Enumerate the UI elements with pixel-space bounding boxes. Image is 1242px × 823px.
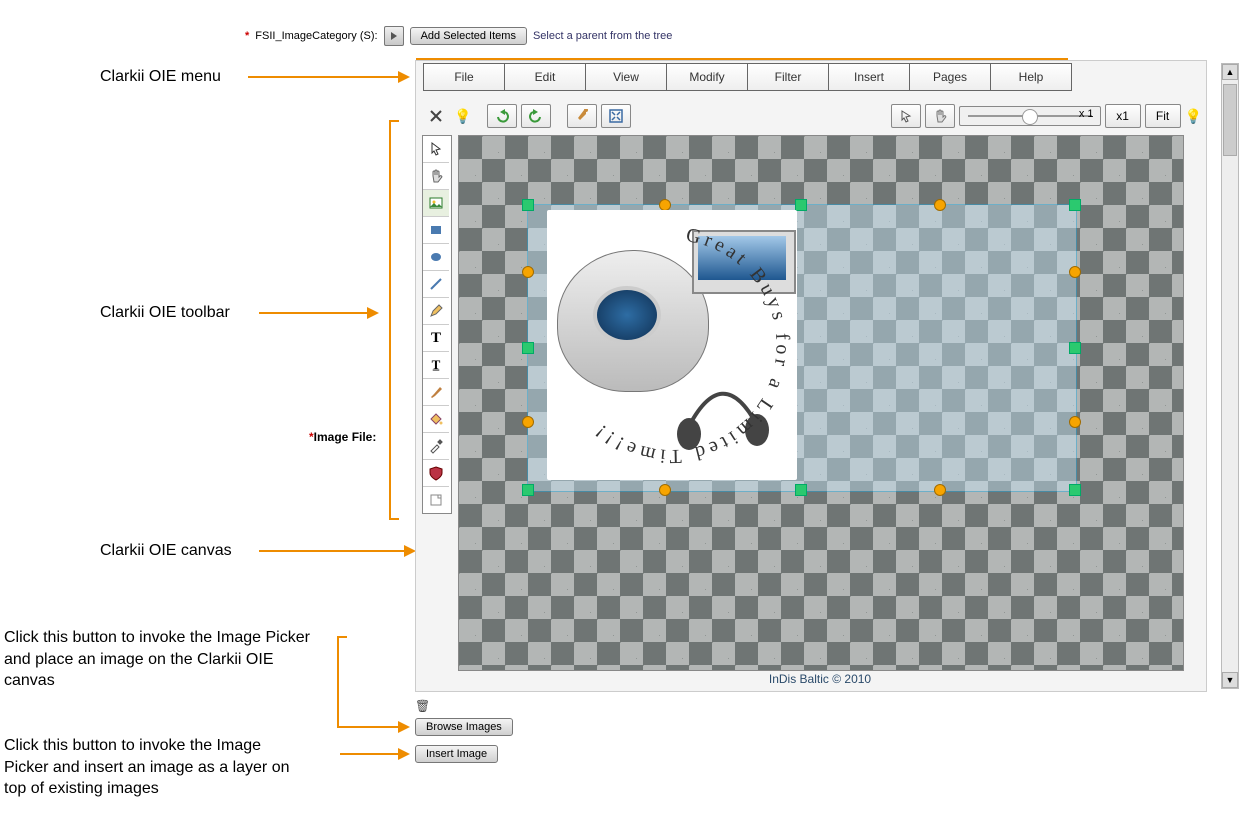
tool-texteffect[interactable]: T̲ [423,352,449,379]
tool-eyedropper[interactable] [423,433,449,460]
dropdown-button[interactable] [384,26,404,46]
tool-note[interactable] [423,487,449,513]
resize-handle[interactable] [522,199,534,211]
rotate-handle[interactable] [522,266,534,278]
redo-button[interactable] [521,104,551,128]
menu-help[interactable]: Help [990,63,1072,91]
rotate-handle[interactable] [1069,416,1081,428]
add-selected-items-button[interactable]: Add Selected Items [410,27,527,45]
scroll-thumb[interactable] [1223,84,1237,156]
fit-screen-button[interactable] [601,104,631,128]
zoom-fit-button[interactable]: Fit [1145,104,1181,128]
tool-ellipse[interactable] [423,244,449,271]
tool-image[interactable] [423,190,449,217]
wrench-button[interactable] [567,104,597,128]
scroll-up-button[interactable]: ▲ [1222,64,1238,80]
menu-bar: File Edit View Modify Filter Insert Page… [423,63,1072,91]
menu-edit[interactable]: Edit [504,63,586,91]
rotate-handle[interactable] [522,416,534,428]
tool-brush[interactable] [423,379,449,406]
canvas-image[interactable]: Great Buys for a Limited Time!!! [547,210,797,480]
fsii-row: * FSII_ImageCategory (S): Add Selected I… [245,26,672,46]
tool-hand[interactable] [423,163,449,190]
tool-pencil[interactable] [423,298,449,325]
chevron-right-icon [389,31,399,41]
menu-filter[interactable]: Filter [747,63,829,91]
arrow-icon [340,753,408,755]
image-file-label: *Image File: [309,430,376,444]
lightbulb-icon[interactable]: 💡 [1185,108,1202,125]
tool-rectangle[interactable] [423,217,449,244]
circular-text: Great Buys for a Limited Time!!! [547,210,797,480]
resize-handle[interactable] [1069,199,1081,211]
rotate-handle[interactable] [659,484,671,496]
resize-handle[interactable] [522,342,534,354]
bracket-browse [337,636,339,728]
zoom-value: x 1 [1079,108,1094,120]
scroll-down-button[interactable]: ▼ [1222,672,1238,688]
fsii-label: FSII_ImageCategory (S): [255,30,377,42]
annotation-toolbar: Clarkii OIE toolbar [100,302,230,324]
insert-image-button[interactable]: Insert Image [415,745,498,763]
rotate-handle[interactable] [934,199,946,211]
tool-shield[interactable] [423,460,449,487]
annotation-browse: Click this button to invoke the Image Pi… [4,627,314,692]
menu-modify[interactable]: Modify [666,63,748,91]
arrow-icon [259,550,414,552]
lightbulb-icon[interactable]: 💡 [454,108,471,125]
rotate-handle[interactable] [934,484,946,496]
close-icon[interactable] [422,105,450,127]
resize-handle[interactable] [795,484,807,496]
rotate-handle[interactable] [1069,266,1081,278]
menu-insert[interactable]: Insert [828,63,910,91]
tool-text[interactable]: T [423,325,449,352]
zoom-slider[interactable]: x 1 [959,106,1101,126]
footer-text: InDis Baltic © 2010 [458,672,1182,686]
vertical-scrollbar[interactable]: ▲ ▼ [1221,63,1239,689]
hand-button[interactable] [925,104,955,128]
left-toolbar: T T̲ [422,135,452,514]
arrow-icon [248,76,408,78]
tool-line[interactable] [423,271,449,298]
undo-button[interactable] [487,104,517,128]
zoom-x1-button[interactable]: x1 [1105,104,1141,128]
arrow-icon [340,726,408,728]
annotation-insert: Click this button to invoke the Image Pi… [4,735,304,800]
tool-fill[interactable] [423,406,449,433]
resize-handle[interactable] [522,484,534,496]
arrow-icon [259,312,377,314]
menu-file[interactable]: File [423,63,505,91]
menu-view[interactable]: View [585,63,667,91]
canvas[interactable]: Great Buys for a Limited Time!!! [458,135,1184,671]
annotation-canvas: Clarkii OIE canvas [100,540,232,562]
svg-text:Great Buys for a Limited Time!: Great Buys for a Limited Time!!! [588,224,793,467]
annotation-menu: Clarkii OIE menu [100,66,221,88]
fsii-hint: Select a parent from the tree [533,30,672,42]
bracket-toolbar [389,120,391,520]
required-star: * [245,30,249,42]
tool-row: 💡 x 1 x1 Fit 💡 [422,103,1202,129]
browse-images-button[interactable]: Browse Images [415,718,513,736]
resize-handle[interactable] [1069,484,1081,496]
pointer-button[interactable] [891,104,921,128]
resize-handle[interactable] [1069,342,1081,354]
menu-pages[interactable]: Pages [909,63,991,91]
trash-icon[interactable]: 🗑 [415,699,430,713]
tool-pointer[interactable] [423,136,449,163]
